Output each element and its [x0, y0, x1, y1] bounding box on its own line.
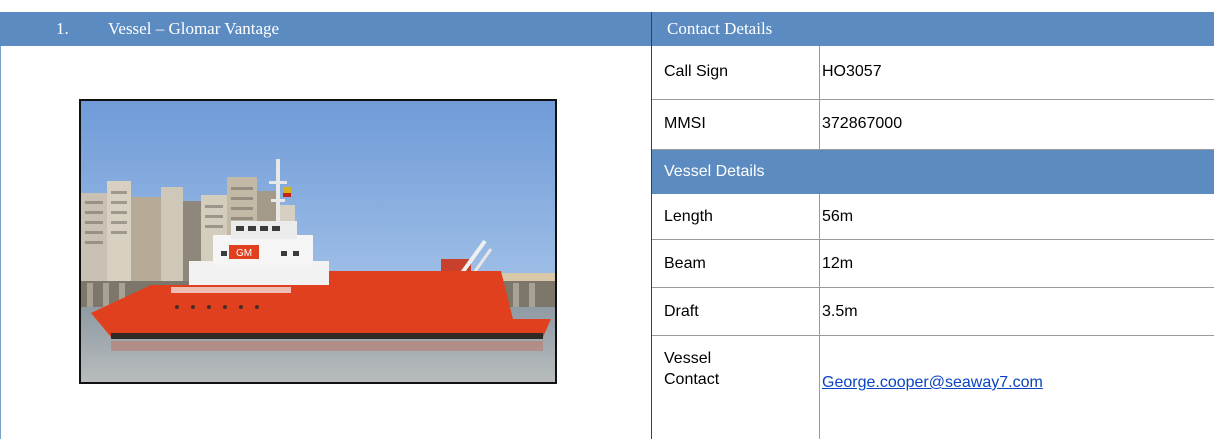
table-row-vessel-contact: Vessel Contact George.cooper@seaway7.com: [652, 336, 1214, 439]
cell-divider: [819, 240, 820, 287]
table-row-draft: Draft 3.5m: [652, 288, 1214, 336]
cell-divider: [819, 46, 820, 99]
call-sign-value: HO3057: [822, 63, 882, 80]
beam-label: Beam: [664, 255, 706, 272]
length-value: 56m: [822, 208, 854, 225]
contact-details-title: Contact Details: [667, 19, 773, 38]
length-label: Length: [664, 208, 713, 225]
vessel-photo-image: GM: [81, 101, 555, 382]
cell-divider: [819, 288, 820, 335]
cell-divider: [819, 336, 820, 439]
vessel-details-title: Vessel Details: [664, 163, 765, 180]
vessel-contact-label-line1: Vessel: [664, 350, 712, 367]
section-title: Vessel – Glomar Vantage: [108, 19, 280, 38]
mmsi-label: MMSI: [664, 115, 706, 132]
section-number: 1.: [56, 19, 69, 38]
draft-value: 3.5m: [822, 303, 858, 320]
table-row-length: Length 56m: [652, 194, 1214, 240]
contact-details-header: Contact Details: [651, 12, 1214, 46]
cell-divider: [819, 100, 820, 149]
funnel-logo-text: GM: [236, 248, 252, 259]
beam-value: 12m: [822, 255, 854, 272]
vessel-contact-email-link[interactable]: George.cooper@seaway7.com: [822, 374, 1043, 392]
draft-label: Draft: [664, 303, 699, 320]
section-header: 1. Vessel – Glomar Vantage: [0, 12, 651, 46]
table-row-call-sign: Call Sign HO3057: [652, 46, 1214, 100]
table-row-mmsi: MMSI 372867000: [652, 100, 1214, 150]
table-row-beam: Beam 12m: [652, 240, 1214, 288]
left-border: [0, 46, 1, 439]
call-sign-label: Call Sign: [664, 63, 729, 80]
mmsi-value: 372867000: [822, 115, 903, 132]
vessel-details-header: Vessel Details: [652, 150, 1214, 194]
vessel-info-page: 1. Vessel – Glomar Vantage Contact Detai…: [0, 0, 1214, 439]
vessel-photo: GM: [79, 99, 557, 384]
cell-divider: [819, 194, 820, 239]
vessel-contact-label-line2: Contact: [664, 371, 720, 388]
